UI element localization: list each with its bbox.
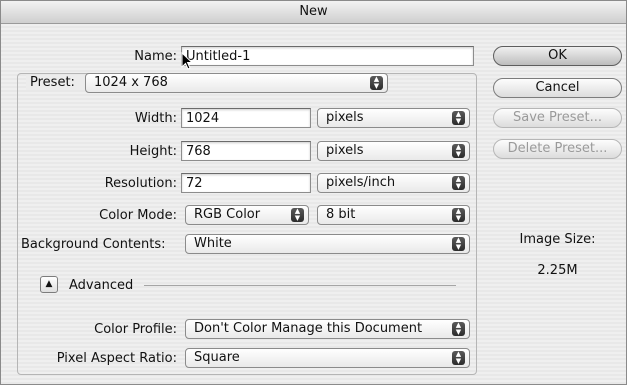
height-field[interactable]: 768: [181, 141, 311, 161]
advanced-divider: [144, 285, 456, 286]
color-profile-select[interactable]: Don't Color Manage this Document ▲ ▼: [185, 319, 470, 339]
bit-depth-select[interactable]: 8 bit ▲ ▼: [317, 205, 470, 225]
pixel-aspect-ratio-select[interactable]: Square ▲ ▼: [185, 348, 470, 368]
height-label: Height:: [129, 144, 177, 159]
height-unit-select[interactable]: pixels ▲ ▼: [317, 141, 470, 161]
advanced-label: Advanced: [69, 278, 134, 293]
updown-arrows-icon: ▲ ▼: [452, 176, 465, 190]
advanced-disclosure-button[interactable]: ▲: [40, 276, 58, 293]
color-profile-label: Color Profile:: [94, 322, 177, 337]
dialog-title: New: [1, 1, 626, 24]
width-label: Width:: [134, 111, 177, 126]
preset-select-value: 1024 x 768: [94, 75, 168, 90]
updown-arrows-icon: ▲ ▼: [452, 111, 465, 125]
image-size-label: Image Size:: [519, 232, 596, 247]
name-field[interactable]: Untitled-1: [181, 46, 474, 66]
updown-arrows-icon: ▲ ▼: [452, 351, 465, 365]
background-contents-value: White: [194, 236, 232, 251]
pixel-aspect-ratio-value: Square: [194, 350, 240, 365]
updown-arrows-icon: ▲ ▼: [452, 208, 465, 222]
new-document-dialog: New Name: Untitled-1 Preset: 1024 x 768 …: [0, 0, 627, 385]
pixel-aspect-ratio-label: Pixel Aspect Ratio:: [56, 351, 177, 366]
name-label: Name:: [134, 49, 177, 64]
resolution-label: Resolution:: [104, 176, 177, 191]
cancel-button[interactable]: Cancel: [493, 78, 622, 98]
save-preset-button[interactable]: Save Preset...: [493, 108, 622, 128]
updown-arrows-icon: ▲ ▼: [452, 144, 465, 158]
width-unit-value: pixels: [326, 110, 364, 125]
color-mode-value: RGB Color: [194, 207, 261, 222]
height-unit-value: pixels: [326, 143, 364, 158]
color-mode-label: Color Mode:: [99, 208, 177, 223]
resolution-unit-select[interactable]: pixels/inch ▲ ▼: [317, 173, 470, 193]
mouse-pointer-icon: [181, 52, 193, 70]
updown-arrows-icon: ▲ ▼: [370, 76, 383, 90]
resolution-unit-value: pixels/inch: [326, 175, 396, 190]
color-profile-value: Don't Color Manage this Document: [194, 321, 423, 336]
background-contents-label: Background Contents:: [21, 237, 166, 252]
updown-arrows-icon: ▲ ▼: [452, 322, 465, 336]
image-size-value: 2.25M: [537, 263, 578, 278]
delete-preset-button[interactable]: Delete Preset...: [493, 139, 622, 159]
color-mode-select[interactable]: RGB Color ▲ ▼: [185, 205, 309, 225]
resolution-field[interactable]: 72: [181, 173, 311, 193]
width-unit-select[interactable]: pixels ▲ ▼: [317, 108, 470, 128]
ok-button[interactable]: OK: [493, 46, 622, 66]
preset-label: Preset:: [26, 75, 86, 90]
updown-arrows-icon: ▲ ▼: [452, 237, 465, 251]
triangle-up-icon: ▲: [45, 279, 53, 289]
bit-depth-value: 8 bit: [326, 207, 356, 222]
updown-arrows-icon: ▲ ▼: [291, 208, 304, 222]
background-contents-select[interactable]: White ▲ ▼: [185, 234, 470, 254]
preset-select[interactable]: 1024 x 768 ▲ ▼: [85, 73, 388, 93]
width-field[interactable]: 1024: [181, 108, 311, 128]
